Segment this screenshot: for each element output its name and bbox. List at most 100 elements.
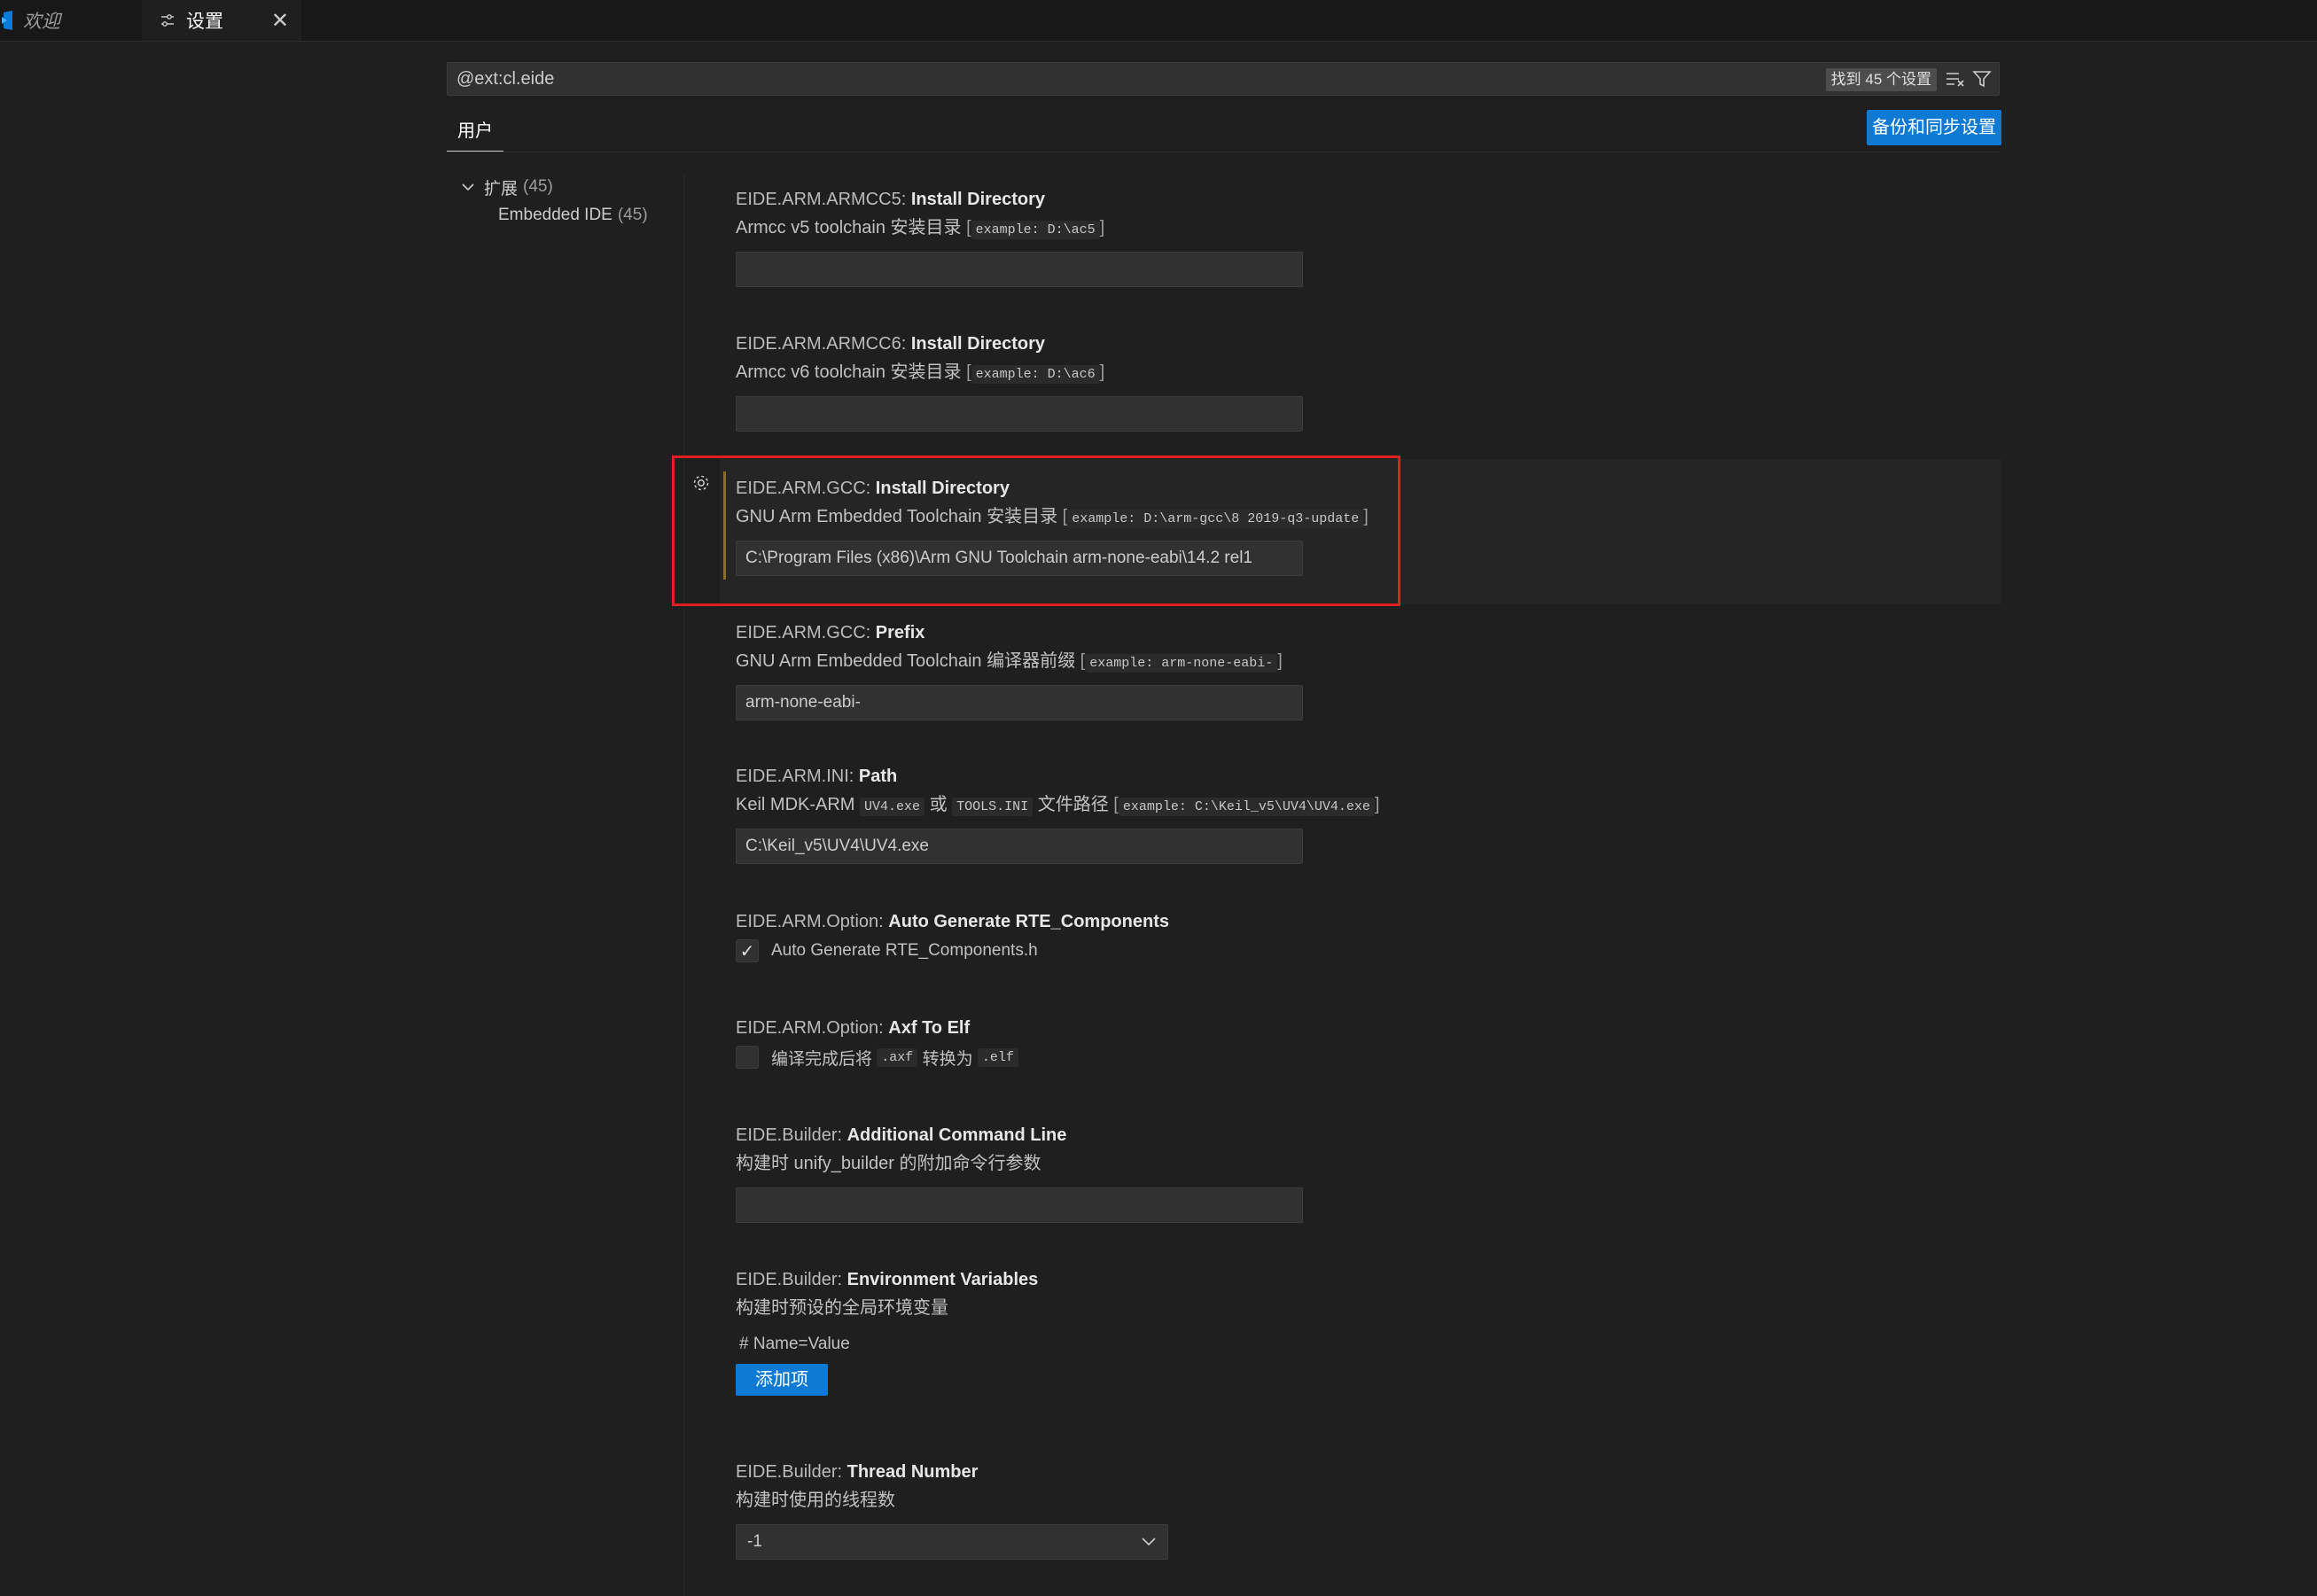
close-icon[interactable]: ✕	[271, 8, 289, 34]
setting-name: Environment Variables	[846, 1270, 1039, 1289]
bracket-open: [	[966, 362, 971, 382]
setting-thread-number: EIDE.Builder: Thread Number 构建时使用的线程数 -1	[736, 1459, 1994, 1560]
setting-description: Armcc v5 toolchain 安装目录 [example: D:\ac5…	[736, 213, 1994, 243]
toc-group-extensions[interactable]: 扩展 (45)	[461, 174, 648, 200]
editor-tab-bar: 欢迎 设置 ✕	[0, 0, 2317, 42]
select-value: -1	[747, 1532, 762, 1551]
setting-category: EIDE.ARM.Option:	[736, 912, 889, 931]
search-result-count: 找到 45 个设置	[1825, 68, 1937, 91]
setting-armcc5-install-dir: EIDE.ARM.ARMCC5: Install Directory Armcc…	[736, 186, 1994, 287]
chevron-down-icon[interactable]	[461, 180, 475, 194]
setting-category: EIDE.Builder:	[736, 1125, 847, 1145]
auto-generate-rte-checkbox[interactable]: ✓	[736, 939, 759, 962]
setting-name: Prefix	[875, 623, 925, 642]
env-hint: # Name=Value	[739, 1335, 850, 1353]
settings-search-input[interactable]: @ext:cl.eide 找到 45 个设置	[447, 62, 2000, 96]
checkbox-row: 编译完成后将 .axf 转换为 .elf	[736, 1041, 1994, 1073]
thread-number-select[interactable]: -1	[736, 1524, 1168, 1560]
desc-text: Armcc v5 toolchain 安装目录	[736, 218, 962, 237]
setting-category: EIDE.ARM.ARMCC5:	[736, 190, 911, 209]
setting-category: EIDE.ARM.ARMCC6:	[736, 334, 911, 354]
bracket-open: [	[966, 218, 971, 237]
setting-name: Additional Command Line	[846, 1125, 1067, 1145]
additional-command-line-input[interactable]	[736, 1187, 1303, 1223]
setting-armcc6-install-dir: EIDE.ARM.ARMCC6: Install Directory Armcc…	[736, 331, 1994, 432]
checkbox-label: Auto Generate RTE_Components.h	[771, 941, 1038, 960]
setting-description: 构建时使用的线程数	[736, 1491, 895, 1510]
checkbox-label: 转换为	[922, 1049, 973, 1069]
setting-description: 构建时 unify_builder 的附加命令行参数	[736, 1154, 1041, 1173]
desc-text: 或	[929, 795, 948, 814]
setting-description: GNU Arm Embedded Toolchain 编译器前缀 [exampl…	[736, 646, 1994, 676]
setting-category: EIDE.Builder:	[736, 1462, 847, 1482]
setting-description: 构建时预设的全局环境变量	[736, 1298, 948, 1318]
tab-settings[interactable]: 设置 ✕	[142, 0, 301, 41]
setting-title: EIDE.ARM.Option: Axf To Elf	[736, 1015, 1994, 1041]
setting-category: EIDE.ARM.Option:	[736, 1018, 889, 1038]
filter-icon[interactable]	[1972, 69, 1992, 89]
search-query[interactable]: @ext:cl.eide	[456, 69, 554, 90]
setting-ini-path: EIDE.ARM.INI: Path Keil MDK-ARM UV4.exe …	[736, 763, 1994, 864]
setting-additional-command-line: EIDE.Builder: Additional Command Line 构建…	[736, 1122, 1994, 1223]
setting-environment-variables: EIDE.Builder: Environment Variables 构建时预…	[736, 1266, 1994, 1396]
setting-name: Axf To Elf	[888, 1018, 971, 1038]
armcc6-install-dir-input[interactable]	[736, 396, 1303, 432]
setting-title: EIDE.ARM.GCC: Prefix	[736, 619, 1994, 646]
tab-welcome[interactable]: 欢迎	[0, 0, 140, 41]
setting-description: Keil MDK-ARM UV4.exe 或 TOOLS.INI 文件路径 [e…	[736, 790, 1994, 820]
checkbox-row: ✓ Auto Generate RTE_Components.h	[736, 935, 1994, 967]
setting-axf-to-elf: EIDE.ARM.Option: Axf To Elf 编译完成后将 .axf …	[736, 1015, 1994, 1073]
setting-category: EIDE.Builder:	[736, 1270, 847, 1289]
setting-auto-generate-rte: EIDE.ARM.Option: Auto Generate RTE_Compo…	[736, 908, 1994, 967]
inline-code: .axf	[877, 1047, 918, 1067]
setting-title: EIDE.ARM.ARMCC5: Install Directory	[736, 186, 1994, 213]
settings-icon	[161, 14, 174, 27]
setting-name: Install Directory	[910, 334, 1045, 354]
backup-sync-button[interactable]: 备份和同步设置	[1867, 110, 2001, 145]
inline-code: TOOLS.INI	[952, 798, 1034, 816]
setting-title: EIDE.Builder: Additional Command Line	[736, 1122, 1994, 1148]
armcc5-install-dir-input[interactable]	[736, 252, 1303, 287]
inline-code: .elf	[977, 1047, 1018, 1067]
checkbox-label: 编译完成后将	[771, 1049, 873, 1069]
desc-text: Armcc v6 toolchain 安装目录	[736, 362, 962, 382]
bracket-close: ]	[1099, 362, 1105, 382]
toc-item-count: (45)	[617, 206, 648, 224]
setting-name: Path	[858, 767, 898, 786]
chevron-down-icon	[1142, 1538, 1156, 1546]
check-icon: ✓	[739, 941, 755, 961]
setting-title: EIDE.ARM.INI: Path	[736, 763, 1994, 790]
ini-path-input[interactable]: C:\Keil_v5\UV4\UV4.exe	[736, 829, 1303, 864]
toc-group-count: (45)	[523, 177, 553, 196]
setting-title: EIDE.ARM.ARMCC6: Install Directory	[736, 331, 1994, 357]
tab-settings-label: 设置	[186, 12, 223, 32]
desc-text: Keil MDK-ARM	[736, 795, 855, 814]
tab-user-scope[interactable]: 用户	[447, 115, 503, 152]
bracket-close: ]	[1277, 651, 1283, 671]
inline-code: UV4.exe	[860, 798, 925, 816]
axf-to-elf-checkbox[interactable]	[736, 1046, 759, 1069]
bracket-close: ]	[1099, 218, 1105, 237]
example-code: example: D:\ac6	[971, 365, 1100, 384]
clear-filter-icon[interactable]	[1946, 71, 1965, 87]
example-code: example: arm-none-eabi-	[1085, 654, 1278, 673]
example-code: example: D:\ac5	[971, 221, 1100, 239]
tab-welcome-label: 欢迎	[23, 12, 60, 32]
setting-name: Install Directory	[910, 190, 1045, 209]
highlight-box	[672, 455, 1400, 606]
toc-divider	[683, 174, 684, 1596]
setting-title: EIDE.ARM.Option: Auto Generate RTE_Compo…	[736, 908, 1994, 935]
add-item-button[interactable]: 添加项	[736, 1364, 828, 1396]
desc-text: GNU Arm Embedded Toolchain 编译器前缀	[736, 651, 1076, 671]
vscode-logo-icon	[2, 11, 12, 30]
setting-title: EIDE.Builder: Thread Number	[736, 1459, 1994, 1485]
toc-item-embedded-ide[interactable]: Embedded IDE (45)	[498, 200, 648, 230]
setting-category: EIDE.ARM.INI:	[736, 767, 859, 786]
bracket-close: ]	[1374, 795, 1380, 814]
example-code: example: C:\Keil_v5\UV4\UV4.exe	[1118, 798, 1375, 816]
toc-item-label: Embedded IDE	[498, 206, 612, 224]
setting-title: EIDE.Builder: Environment Variables	[736, 1266, 1994, 1293]
gcc-prefix-input[interactable]: arm-none-eabi-	[736, 685, 1303, 720]
desc-text: 文件路径	[1037, 795, 1109, 814]
setting-category: EIDE.ARM.GCC:	[736, 623, 876, 642]
